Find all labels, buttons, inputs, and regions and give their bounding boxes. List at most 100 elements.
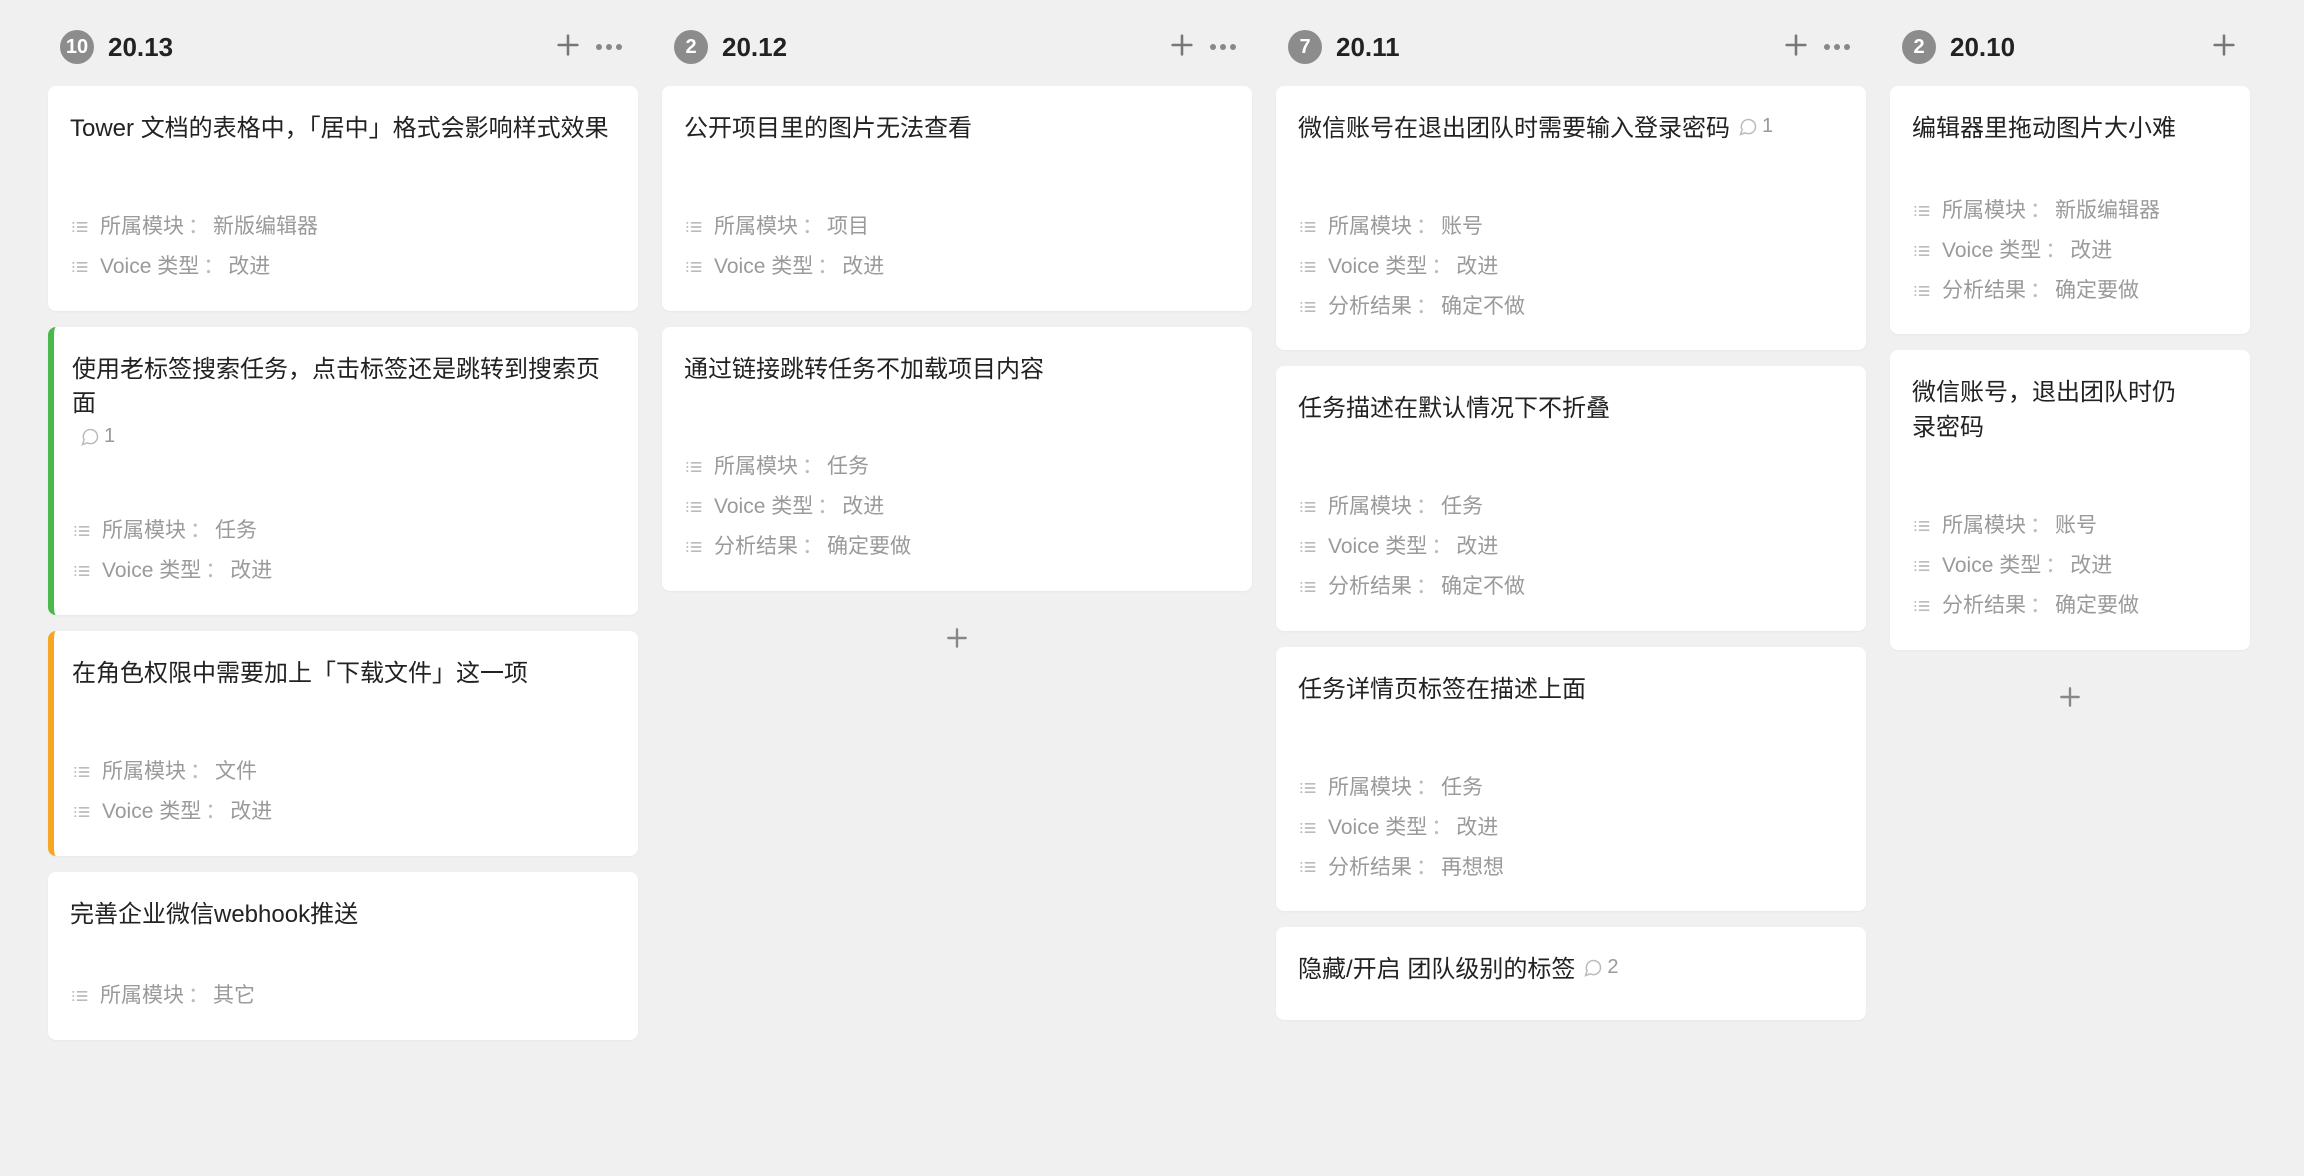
list-icon: [1298, 537, 1318, 557]
field-separator: ：: [817, 487, 838, 527]
plus-icon[interactable]: [1168, 31, 1196, 64]
field-separator: ：: [1416, 487, 1437, 527]
task-card[interactable]: 完善企业微信webhook推送所属模块：其它: [48, 872, 638, 1041]
field-row: Voice 类型：改进: [70, 247, 616, 287]
card-title-text: 使用老标签搜索任务，点击标签还是跳转到搜索页面: [72, 353, 616, 423]
field-value: 改进: [230, 792, 272, 832]
column-actions: [554, 31, 626, 64]
column-title[interactable]: 20.11: [1336, 32, 1782, 63]
card-fields: 所属模块：账号Voice 类型：改进分析结果：确定要做: [1912, 506, 2228, 626]
field-row: Voice 类型：改进: [1912, 231, 2228, 271]
field-value: 任务: [1441, 487, 1483, 527]
card-title: 微信账号在退出团队时需要输入登录密码1: [1298, 112, 1844, 147]
add-card-button[interactable]: [1890, 666, 2250, 728]
card-fields: 所属模块：项目Voice 类型：改进: [684, 207, 1230, 287]
kanban-column: 220.12公开项目里的图片无法查看所属模块：项目Voice 类型：改进通过链接…: [662, 20, 1252, 669]
field-row: 所属模块：文件: [72, 752, 616, 792]
field-row: Voice 类型：改进: [684, 247, 1230, 287]
column-title[interactable]: 20.12: [722, 32, 1168, 63]
field-separator: ：: [2030, 586, 2051, 626]
card-title-text: 在角色权限中需要加上「下载文件」这一项: [72, 657, 528, 692]
column-count-badge: 2: [674, 30, 708, 64]
list-icon: [684, 537, 704, 557]
task-card[interactable]: 使用老标签搜索任务，点击标签还是跳转到搜索页面1所属模块：任务Voice 类型：…: [48, 327, 638, 615]
card-fields: 所属模块：新版编辑器Voice 类型：改进分析结果：确定要做: [1912, 191, 2228, 311]
task-card[interactable]: 任务描述在默认情况下不折叠所属模块：任务Voice 类型：改进分析结果：确定不做: [1276, 366, 1866, 630]
task-card[interactable]: 公开项目里的图片无法查看所属模块：项目Voice 类型：改进: [662, 86, 1252, 311]
column-title[interactable]: 20.13: [108, 32, 554, 63]
plus-icon[interactable]: [1782, 31, 1810, 64]
comment-icon: 2: [1583, 953, 1618, 982]
field-label: Voice 类型: [102, 551, 201, 591]
field-separator: ：: [1416, 768, 1437, 808]
column-actions: [1168, 31, 1240, 64]
field-value: 改进: [228, 247, 270, 287]
card-fields: 所属模块：任务Voice 类型：改进分析结果：再想想: [1298, 768, 1844, 888]
field-value: 任务: [1441, 768, 1483, 808]
list-icon: [70, 986, 90, 1006]
field-label: 所属模块: [714, 447, 798, 487]
more-icon[interactable]: [1206, 40, 1240, 54]
card-title-text: 编辑器里拖动图片大小难: [1912, 112, 2176, 147]
card-title: Tower 文档的表格中，「居中」格式会影响样式效果: [70, 112, 616, 147]
field-row: 所属模块：任务: [684, 447, 1230, 487]
field-row: Voice 类型：改进: [684, 487, 1230, 527]
list-icon: [72, 561, 92, 581]
field-separator: ：: [1416, 567, 1437, 607]
card-title-text: 公开项目里的图片无法查看: [684, 112, 972, 147]
list-icon: [1298, 297, 1318, 317]
field-label: 分析结果: [1328, 567, 1412, 607]
plus-icon[interactable]: [554, 31, 582, 64]
field-value: 账号: [2055, 506, 2097, 546]
column-title[interactable]: 20.10: [1950, 32, 2210, 63]
card-title-text: 完善企业微信webhook推送: [70, 898, 358, 933]
field-row: 所属模块：任务: [72, 511, 616, 551]
field-row: Voice 类型：改进: [1298, 247, 1844, 287]
plus-icon[interactable]: [2210, 31, 2238, 64]
column-cards: 公开项目里的图片无法查看所属模块：项目Voice 类型：改进通过链接跳转任务不加…: [662, 86, 1252, 669]
list-icon: [1912, 516, 1932, 536]
task-card[interactable]: 通过链接跳转任务不加载项目内容所属模块：任务Voice 类型：改进分析结果：确定…: [662, 327, 1252, 591]
field-label: 所属模块: [100, 976, 184, 1016]
task-card[interactable]: 微信账号在退出团队时需要输入登录密码1所属模块：账号Voice 类型：改进分析结…: [1276, 86, 1866, 350]
field-row: 分析结果：确定不做: [1298, 567, 1844, 607]
field-value: 任务: [827, 447, 869, 487]
more-icon[interactable]: [1820, 40, 1854, 54]
card-fields: 所属模块：文件Voice 类型：改进: [72, 752, 616, 832]
field-label: 所属模块: [1328, 487, 1412, 527]
field-label: 所属模块: [102, 511, 186, 551]
add-card-button[interactable]: [662, 607, 1252, 669]
more-icon[interactable]: [592, 40, 626, 54]
task-card[interactable]: 隐藏/开启 团队级别的标签2: [1276, 927, 1866, 1020]
comment-count: 1: [1762, 112, 1773, 141]
field-label: 分析结果: [1942, 271, 2026, 311]
field-value: 文件: [215, 752, 257, 792]
card-fields: 所属模块：任务Voice 类型：改进分析结果：确定要做: [684, 447, 1230, 567]
field-value: 新版编辑器: [2055, 191, 2160, 231]
task-card[interactable]: Tower 文档的表格中，「居中」格式会影响样式效果所属模块：新版编辑器Voic…: [48, 86, 638, 311]
task-card[interactable]: 编辑器里拖动图片大小难所属模块：新版编辑器Voice 类型：改进分析结果：确定要…: [1890, 86, 2250, 334]
column-actions: [1782, 31, 1854, 64]
field-label: Voice 类型: [1942, 231, 2041, 271]
task-card[interactable]: 任务详情页标签在描述上面所属模块：任务Voice 类型：改进分析结果：再想想: [1276, 647, 1866, 911]
list-icon: [684, 457, 704, 477]
field-row: Voice 类型：改进: [1298, 527, 1844, 567]
field-row: Voice 类型：改进: [72, 551, 616, 591]
list-icon: [1298, 857, 1318, 877]
field-value: 任务: [215, 511, 257, 551]
column-count-badge: 10: [60, 30, 94, 64]
field-separator: ：: [1431, 808, 1452, 848]
field-row: Voice 类型：改进: [72, 792, 616, 832]
task-card[interactable]: 微信账号，退出团队时仍录密码所属模块：账号Voice 类型：改进分析结果：确定要…: [1890, 350, 2250, 649]
list-icon: [684, 217, 704, 237]
column-cards: Tower 文档的表格中，「居中」格式会影响样式效果所属模块：新版编辑器Voic…: [48, 86, 638, 1040]
field-label: 所属模块: [1328, 207, 1412, 247]
field-label: 分析结果: [1942, 586, 2026, 626]
list-icon: [1298, 217, 1318, 237]
field-label: 所属模块: [1328, 768, 1412, 808]
field-label: Voice 类型: [100, 247, 199, 287]
field-label: 分析结果: [1328, 848, 1412, 888]
task-card[interactable]: 在角色权限中需要加上「下载文件」这一项所属模块：文件Voice 类型：改进: [48, 631, 638, 856]
field-value: 确定不做: [1441, 287, 1525, 327]
field-separator: ：: [190, 752, 211, 792]
